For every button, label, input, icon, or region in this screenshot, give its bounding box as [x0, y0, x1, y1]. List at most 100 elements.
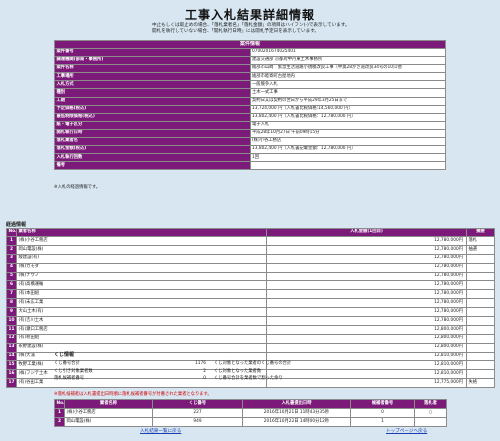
results-header-remark: 摘要	[466, 228, 495, 237]
note-line: 開札を執行していない場合、「開札執行日時」には開札予定日を表示しています。	[152, 29, 319, 34]
case-info-row: 工期 契約日又は契約の翌日から平成29年3月25日まで	[54, 96, 446, 106]
kuji-candidate: 0	[350, 408, 415, 418]
kuji-table: No. 業者名称 くじ番号 入札書提出日時 候補者番号 落札者 1 (株)小谷工務…	[54, 399, 447, 427]
case-info-row: 最低制限価格(税込) 13,802,400 円（入札書比較価格：12,780,00…	[54, 112, 446, 122]
result-remark	[466, 333, 495, 344]
result-row: 3 綾建設(有) 12,780,000円	[6, 253, 495, 264]
result-remark	[466, 253, 495, 264]
case-info-row: 落札業者名 (株)小谷工務店	[54, 137, 446, 147]
kuji-stat-row: くじ引き対象業者数 2 くじ対象となった業者数	[54, 368, 324, 376]
result-bidder: (有)秋田組	[16, 333, 267, 344]
result-amount: 12,800,000円	[266, 324, 467, 335]
result-no: 7	[6, 289, 17, 300]
kuji-datetime: 2016年10月21日 11時43分35秒	[242, 408, 351, 418]
result-amount: 12,780,000円	[266, 253, 467, 264]
results-header-no: No.	[6, 228, 17, 237]
back-to-list-link[interactable]: 入札結果一覧に戻る	[140, 428, 181, 434]
kuji-candidate: 1	[350, 417, 415, 427]
result-remark	[466, 360, 495, 371]
kuji-stats: くじ番号合計 1176 くじ対象となった業者のくじ番号の合計 くじ引き対象業者数…	[54, 360, 324, 383]
result-remark	[466, 369, 495, 380]
result-bidder: (有)吉川土木	[16, 316, 267, 326]
kuji-row: 2 岡山電設(株) 949 2016年10月22日 14時00分12秒 1	[54, 417, 447, 427]
kuji-header-winner: 落札者	[414, 399, 447, 409]
kuji-header-candidate: 候補者番号	[350, 399, 415, 409]
result-row: 12 (有)秋田組 12,800,000円	[6, 333, 495, 344]
result-row: 10 (有)吉川土木 12,780,000円	[6, 316, 495, 326]
result-remark: 失格	[466, 378, 495, 389]
result-row: 4 (株)カモダ 12,780,000円	[6, 262, 495, 273]
case-info-value: 13,724,000 円（入札書比較価格:14,560,000 円）	[249, 104, 446, 114]
case-info-label: 工期	[54, 96, 251, 106]
case-info-value: 土木一式工事	[249, 88, 446, 98]
kuji-datetime: 2016年10月22日 14時00分12秒	[242, 417, 351, 427]
kuji-winner	[414, 417, 447, 427]
result-no: 8	[6, 298, 17, 309]
result-no: 4	[6, 262, 17, 273]
result-remark	[466, 316, 495, 326]
result-remark	[466, 298, 495, 309]
kuji-red-note: ※落札候補者は入札書提出日時順に落札候補者番号が付番された業者となります。	[54, 392, 212, 397]
results-header-name: 業者名称	[16, 228, 267, 237]
case-info-label: 調達機関(部局・事務所)	[54, 56, 251, 66]
case-info-row: 落札金額(税込) 13,802,400 円（入札書記載金額：12,780,000 …	[54, 145, 446, 155]
result-amount: 12,780,000円	[266, 307, 467, 318]
result-no: 6	[6, 280, 17, 291]
result-bidder: (有)高橋運輸	[16, 280, 267, 291]
kuji-bidder: (株)小谷工務店	[64, 408, 153, 418]
case-info-row: 調達機関(部局・事務所) 建設交通部 京都府中丹東土木事務所	[54, 56, 446, 66]
result-remark	[466, 324, 495, 335]
case-info-value: 契約日又は契約の翌日から平成29年3月25日まで	[249, 96, 446, 106]
result-no: 12	[6, 333, 17, 344]
case-info-row: 案件番号 0700201674025401	[54, 47, 446, 58]
case-info-label: 開札執行日時	[54, 128, 251, 139]
case-info-label: 備考	[54, 161, 251, 171]
kuji-stat-row: くじ番号合計 1176 くじ対象となった業者のくじ番号の合計	[54, 360, 324, 368]
result-amount: 12,780,000円	[266, 298, 467, 309]
result-no: 14	[6, 351, 17, 362]
result-amount: 12,780,000円	[266, 280, 467, 291]
result-row: 5 (株)ナウノ 12,780,000円	[6, 271, 495, 282]
result-bidder: (株)ナウノ	[16, 271, 267, 282]
results-title: 経過情報	[6, 222, 27, 228]
result-bidder: (株)カモダ	[16, 262, 267, 273]
case-info-row: 開札執行日時 平成28年10月27日 午前09時15分	[54, 128, 446, 139]
result-bidder: (株)小谷工務店	[16, 236, 267, 246]
kuji-no: 2	[54, 417, 65, 427]
result-remark	[466, 307, 495, 318]
back-to-top-link[interactable]: トップページへ戻る	[386, 428, 427, 434]
case-info-label: 案件名称	[54, 64, 251, 74]
result-no: 17	[6, 378, 17, 389]
case-info-row: 紙・電子区分 電子入札	[54, 120, 446, 130]
result-no: 16	[6, 369, 17, 380]
result-row: 8 (有)末広工業 12,780,000円	[6, 298, 495, 309]
kuji-header-number: くじ番号	[152, 399, 243, 409]
case-info-value: 電子入札	[249, 120, 446, 130]
case-info-value: 綾部市睦寄町古屋地内	[249, 72, 446, 82]
result-no: 1	[6, 236, 17, 246]
result-remark: 落札	[466, 236, 495, 246]
page-title: 工事入札結果詳細情報	[184, 8, 315, 22]
kuji-title: くじ情報	[54, 352, 75, 358]
case-info-value: (株)小谷工務店	[249, 137, 446, 147]
case-info-row: 工事場所 綾部市睦寄町古屋地内	[54, 72, 446, 82]
result-amount: 12,780,000円	[266, 262, 467, 273]
result-no: 3	[6, 253, 17, 264]
result-remark	[466, 271, 495, 282]
kuji-stat-desc: くじ対象となった業者数	[214, 368, 262, 374]
case-info-header: 案件情報	[54, 40, 446, 49]
case-info-label: 種別	[54, 88, 251, 98]
kuji-header-no: No.	[54, 399, 65, 409]
kuji-stat-value: 1176	[195, 361, 206, 366]
result-bidder: 大山土木(有)	[16, 307, 267, 318]
case-info-value: 平成28年10月27日 午前09時15分	[249, 128, 446, 139]
result-bidder: (有)本田組	[16, 289, 267, 300]
case-info-row: 入札方式 一般競争入札	[54, 80, 446, 90]
case-info-label: 予定価格(税込)	[54, 104, 251, 114]
result-bidder: 綾建設(有)	[16, 253, 267, 264]
result-amount: 12,780,000円	[266, 244, 467, 255]
result-remark	[466, 342, 495, 353]
result-remark	[466, 351, 495, 362]
result-remark	[466, 289, 495, 300]
kuji-bidder: 岡山電設(株)	[64, 417, 153, 427]
